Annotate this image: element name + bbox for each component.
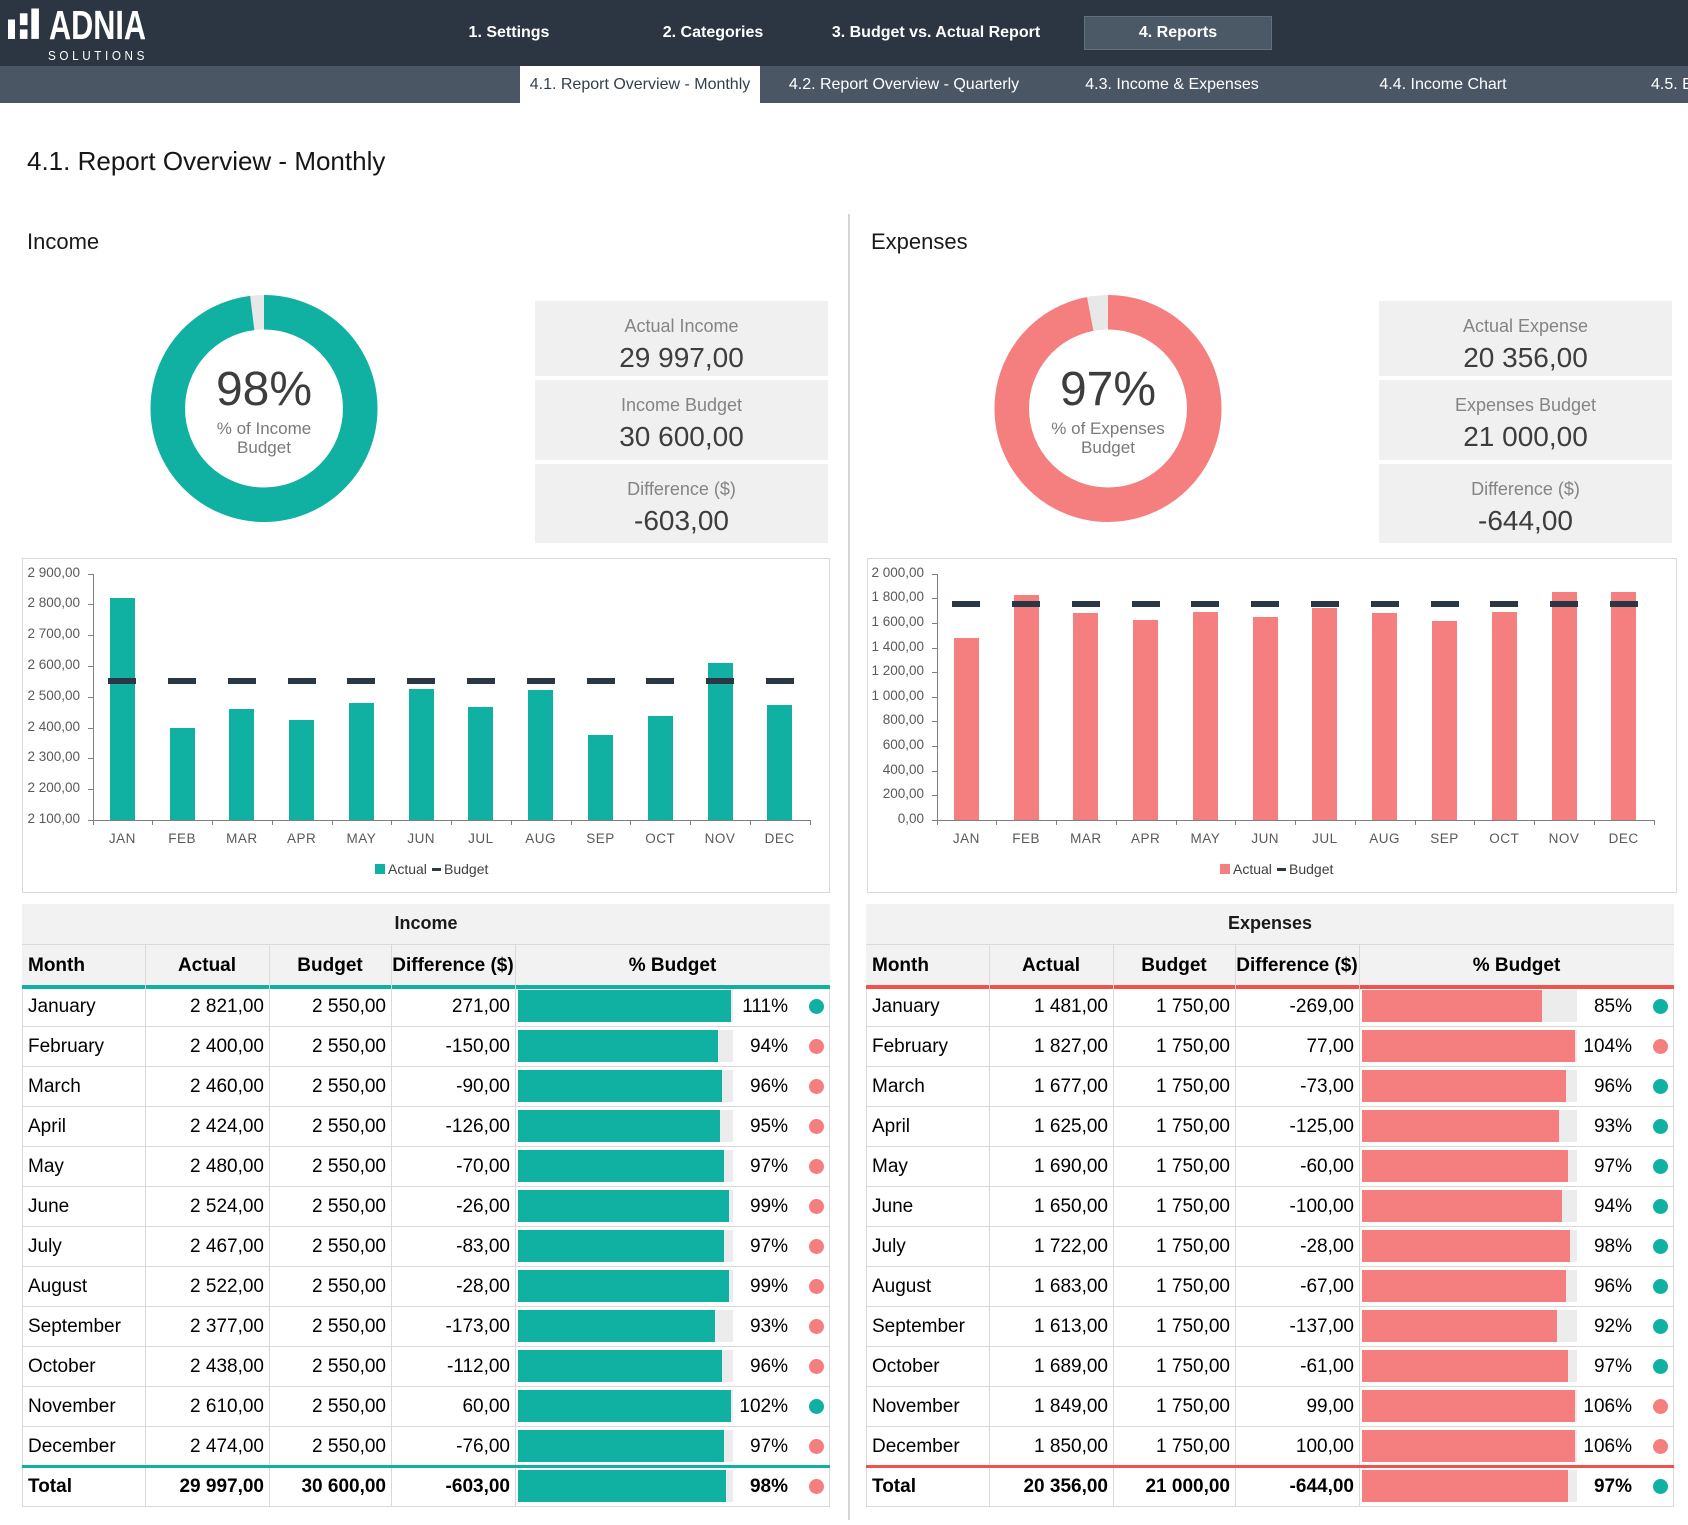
svg-text:SOLUTIONS: SOLUTIONS <box>48 48 148 63</box>
svg-text:ADNIA: ADNIA <box>49 2 146 48</box>
